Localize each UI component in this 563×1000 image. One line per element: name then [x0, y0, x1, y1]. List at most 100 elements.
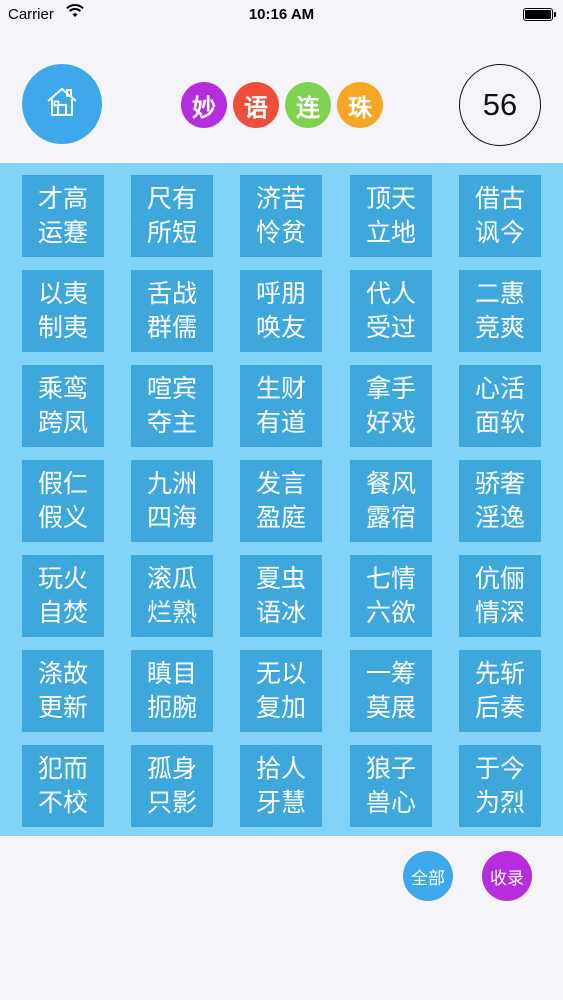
idiom-tile-line1: 狼子	[365, 754, 416, 783]
idiom-tile-line1: 玩火	[37, 564, 88, 593]
idiom-tile-line2: 竞爽	[474, 313, 525, 342]
idiom-tile-line1: 二惠	[474, 279, 525, 308]
idiom-tile-line2: 假义	[37, 503, 88, 532]
idiom-tile-line2: 怜贫	[255, 218, 306, 247]
idiom-tile-line2: 四海	[146, 503, 197, 532]
idiom-tile-line1: 伉俪	[474, 564, 525, 593]
idiom-tile[interactable]: 伉俪 情深	[459, 555, 541, 637]
idiom-tile[interactable]: 喧宾 夺主	[131, 365, 213, 447]
idiom-tile-line1: 喧宾	[146, 374, 197, 403]
idiom-tile-line1: 顶天	[365, 184, 416, 213]
idiom-tile[interactable]: 瞋目 扼腕	[131, 650, 213, 732]
idiom-tile[interactable]: 狼子 兽心	[350, 745, 432, 827]
idiom-tile[interactable]: 拾人 牙慧	[240, 745, 322, 827]
idiom-tile[interactable]: 济苦 怜贫	[240, 175, 322, 257]
idiom-tile[interactable]: 尺有 所短	[131, 175, 213, 257]
idiom-tile-line2: 立地	[365, 218, 416, 247]
title-char-1: 语	[233, 82, 279, 128]
score-counter: 56	[459, 64, 541, 146]
all-button[interactable]: 全部	[403, 851, 453, 901]
idiom-tile-line1: 无以	[255, 659, 306, 688]
idiom-tile[interactable]: 七情 六欲	[350, 555, 432, 637]
title-char-0: 妙	[181, 82, 227, 128]
idiom-tile[interactable]: 夏虫 语冰	[240, 555, 322, 637]
idiom-tile[interactable]: 孤身 只影	[131, 745, 213, 827]
idiom-tile-line2: 所短	[146, 218, 197, 247]
idiom-tile-line2: 跨凤	[37, 408, 88, 437]
idiom-tile-line2: 扼腕	[146, 693, 197, 722]
idiom-tile[interactable]: 舌战 群儒	[131, 270, 213, 352]
idiom-tile-line1: 济苦	[255, 184, 306, 213]
idiom-tile[interactable]: 玩火 自焚	[22, 555, 104, 637]
idiom-tile[interactable]: 涤故 更新	[22, 650, 104, 732]
idiom-tile-line1: 一筹	[365, 659, 416, 688]
idiom-tile-line1: 先斩	[474, 659, 525, 688]
idiom-tile[interactable]: 才高 运蹇	[22, 175, 104, 257]
idiom-tile[interactable]: 顶天 立地	[350, 175, 432, 257]
idiom-tile[interactable]: 发言 盈庭	[240, 460, 322, 542]
idiom-tile[interactable]: 犯而 不校	[22, 745, 104, 827]
idiom-tile-line1: 七情	[365, 564, 416, 593]
idiom-tile-line2: 只影	[146, 788, 197, 817]
status-bar: Carrier 10:16 AM	[0, 0, 563, 30]
idiom-tile[interactable]: 先斩 后奏	[459, 650, 541, 732]
idiom-tile-line1: 才高	[37, 184, 88, 213]
idiom-tile-line2: 受过	[365, 313, 416, 342]
idiom-tile-line2: 群儒	[146, 313, 197, 342]
idiom-tile-line2: 露宿	[365, 503, 416, 532]
idiom-tile-line1: 骄奢	[474, 469, 525, 498]
idiom-tile[interactable]: 餐风 露宿	[350, 460, 432, 542]
idiom-tile-line1: 以夷	[37, 279, 88, 308]
idiom-tile[interactable]: 一筹 莫展	[350, 650, 432, 732]
idiom-tile-line2: 莫展	[365, 693, 416, 722]
idiom-tile-line1: 拿手	[365, 374, 416, 403]
idiom-tile-line2: 复加	[255, 693, 306, 722]
title-char-2: 连	[285, 82, 331, 128]
title-char-3: 珠	[337, 82, 383, 128]
idiom-tile-line2: 夺主	[146, 408, 197, 437]
idiom-tile-line1: 代人	[365, 279, 416, 308]
idiom-tile[interactable]: 于今 为烈	[459, 745, 541, 827]
idiom-tile-line2: 制夷	[37, 313, 88, 342]
idiom-tile[interactable]: 乘鸾 跨凤	[22, 365, 104, 447]
idiom-tile[interactable]: 生财 有道	[240, 365, 322, 447]
idiom-tile-line1: 孤身	[146, 754, 197, 783]
idiom-tile-line2: 面软	[474, 408, 525, 437]
idiom-tile-line1: 假仁	[37, 469, 88, 498]
idiom-tile-line1: 餐风	[365, 469, 416, 498]
idiom-tile[interactable]: 无以 复加	[240, 650, 322, 732]
idiom-tile-line1: 舌战	[146, 279, 197, 308]
idiom-tile-line1: 心活	[474, 374, 525, 403]
idiom-tile[interactable]: 骄奢 淫逸	[459, 460, 541, 542]
game-title: 妙语连珠	[181, 82, 383, 128]
idiom-tile-line2: 讽今	[474, 218, 525, 247]
idiom-tile[interactable]: 九洲 四海	[131, 460, 213, 542]
idiom-tile-line2: 有道	[255, 408, 306, 437]
idiom-tile-line2: 牙慧	[255, 788, 306, 817]
idiom-tile[interactable]: 代人 受过	[350, 270, 432, 352]
idiom-tile[interactable]: 滚瓜 烂熟	[131, 555, 213, 637]
idiom-tile-line1: 乘鸾	[37, 374, 88, 403]
idiom-tile-line2: 烂熟	[146, 598, 197, 627]
idiom-board: 才高 运蹇 尺有 所短 济苦 怜贫 顶天 立地 借古 讽今 以夷 制夷 舌战 群儒 呼朋 唤友 代人 受过 二惠 竞爽…	[0, 163, 563, 836]
home-button[interactable]	[22, 64, 102, 144]
idiom-tile-line1: 夏虫	[255, 564, 306, 593]
idiom-tile-line2: 不校	[37, 788, 88, 817]
idiom-tile-line1: 拾人	[255, 754, 306, 783]
idiom-tile[interactable]: 心活 面软	[459, 365, 541, 447]
idiom-tile-line2: 自焚	[37, 598, 88, 627]
idiom-tile-line2: 语冰	[255, 598, 306, 627]
idiom-tile[interactable]: 借古 讽今	[459, 175, 541, 257]
idiom-tile[interactable]: 以夷 制夷	[22, 270, 104, 352]
idiom-tile-line2: 好戏	[365, 408, 416, 437]
idiom-tile[interactable]: 二惠 竞爽	[459, 270, 541, 352]
idiom-tile-line1: 生财	[255, 374, 306, 403]
idiom-tile-line1: 瞋目	[146, 659, 197, 688]
idiom-tile[interactable]: 呼朋 唤友	[240, 270, 322, 352]
collect-button[interactable]: 收录	[482, 851, 532, 901]
idiom-tile-line2: 淫逸	[474, 503, 525, 532]
idiom-tile-line1: 于今	[474, 754, 525, 783]
idiom-tile[interactable]: 拿手 好戏	[350, 365, 432, 447]
idiom-tile-line1: 借古	[474, 184, 525, 213]
idiom-tile[interactable]: 假仁 假义	[22, 460, 104, 542]
